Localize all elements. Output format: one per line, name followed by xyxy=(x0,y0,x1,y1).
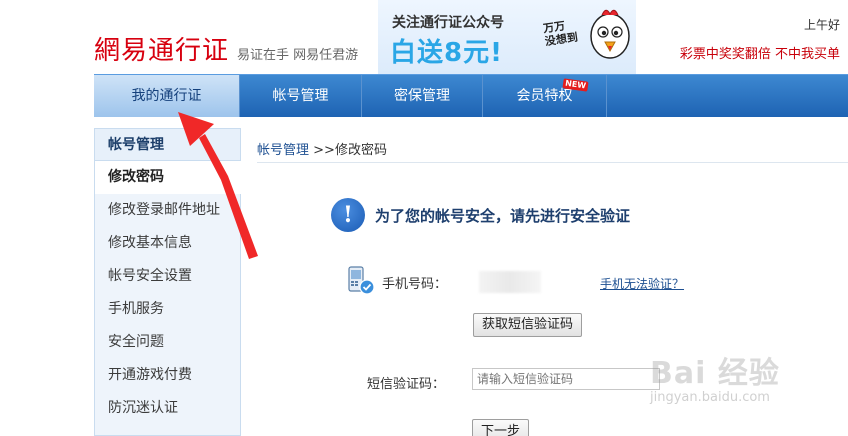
security-notice: ! 为了您的帐号安全，请先进行安全验证 xyxy=(331,198,630,232)
lottery-promo-link[interactable]: 彩票中奖奖翻倍 不中我买单 xyxy=(680,43,840,62)
chicken-mascot-icon xyxy=(590,9,630,59)
phone-label: 手机号码： xyxy=(382,277,448,292)
sidebar-item-change-basic-info[interactable]: 修改基本信息 xyxy=(95,227,240,260)
exclamation-icon: ! xyxy=(331,198,365,232)
sidebar: 帐号管理 修改密码 修改登录邮件地址 修改基本信息 帐号安全设置 手机服务 安全… xyxy=(94,128,251,436)
logo-slogan: 易证在手 网易任君游 xyxy=(237,48,359,63)
nav-tab-label: 会员特权 xyxy=(516,88,573,104)
logo-brand: 網易 xyxy=(94,36,149,66)
watermark-url: jingyan.baidu.com xyxy=(650,390,770,405)
greeting-text: 上午好 xyxy=(803,18,840,32)
sidebar-title: 帐号管理 xyxy=(95,129,240,161)
sidebar-item-mobile-service[interactable]: 手机服务 xyxy=(95,293,240,326)
nav-tab-label: 帐号管理 xyxy=(272,88,329,104)
netease-logo[interactable]: 網易 通行证 易证在手 网易任君游 xyxy=(94,30,358,67)
breadcrumb-current: >>修改密码 xyxy=(313,143,387,158)
breadcrumb-link-account[interactable]: 帐号管理 xyxy=(257,143,309,158)
banner-side-text: 万万 没想到 xyxy=(542,19,579,49)
sms-code-input[interactable] xyxy=(472,368,660,390)
promo-banner[interactable]: 关注通行证公众号 白送8元! 万万 没想到 xyxy=(378,0,636,74)
mobile-phone-icon xyxy=(348,266,375,295)
sms-code-label: 短信验证码： xyxy=(367,377,446,392)
cannot-verify-link[interactable]: 手机无法验证？ xyxy=(600,275,684,292)
sidebar-item-anti-addiction[interactable]: 防沉迷认证 xyxy=(95,392,240,425)
header-right: 上午好 彩票中奖奖翻倍 不中我买单 xyxy=(680,16,840,62)
sidebar-item-change-login-email[interactable]: 修改登录邮件地址 xyxy=(95,194,240,227)
baidu-jingyan-watermark: Bai 经验 jingyan.baidu.com xyxy=(650,348,780,405)
sidebar-item-account-security[interactable]: 帐号安全设置 xyxy=(95,260,240,293)
banner-main-text: 白送8元! xyxy=(390,38,503,68)
get-sms-code-button[interactable]: 获取短信验证码 xyxy=(473,313,583,337)
watermark-logo: Bai 经验 xyxy=(650,356,780,391)
nav-tab-label: 我的通行证 xyxy=(131,88,202,104)
nav-tab-account-management[interactable]: 帐号管理 xyxy=(240,75,362,117)
masked-phone-number xyxy=(479,271,541,293)
sidebar-item-change-password[interactable]: 修改密码 xyxy=(95,161,251,194)
sidebar-item-game-payment[interactable]: 开通游戏付费 xyxy=(95,359,240,392)
nav-tab-member-privileges[interactable]: 会员特权 NEW xyxy=(483,75,607,117)
sidebar-item-security-question[interactable]: 安全问题 xyxy=(95,326,240,359)
banner-top-text: 关注通行证公众号 xyxy=(392,15,504,31)
breadcrumb: 帐号管理 >>修改密码 xyxy=(257,139,387,158)
logo-product: 通行证 xyxy=(148,36,230,66)
nav-tab-label: 密保管理 xyxy=(394,88,450,104)
divider xyxy=(257,162,848,163)
security-notice-text: 为了您的帐号安全，请先进行安全验证 xyxy=(375,206,631,225)
next-step-button[interactable]: 下一步 xyxy=(472,419,530,436)
nav-tab-security-management[interactable]: 密保管理 xyxy=(362,75,483,117)
site-header: 網易 通行证 易证在手 网易任君游 关注通行证公众号 白送8元! 万万 没想到 … xyxy=(0,0,848,74)
nav-tab-my-passport[interactable]: 我的通行证 xyxy=(94,75,240,117)
main-nav: 我的通行证 帐号管理 密保管理 会员特权 NEW xyxy=(94,74,848,117)
